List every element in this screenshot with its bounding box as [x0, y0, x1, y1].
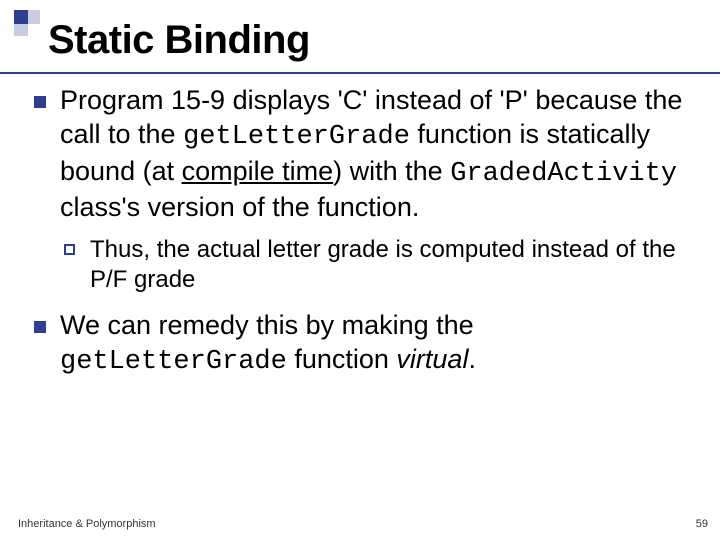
code-text: GradedActivity [450, 159, 677, 189]
bullet-item: Program 15-9 displays 'C' instead of 'P'… [30, 84, 706, 225]
italic-text: virtual [396, 344, 468, 374]
slide-number: 59 [696, 518, 708, 530]
body-text: We can remedy this by making the [60, 310, 474, 340]
body-text: class's version of the function. [60, 192, 419, 222]
underlined-text: compile time [182, 156, 334, 186]
body-text: Thus, the actual letter grade is compute… [90, 236, 676, 293]
body-text: function [287, 344, 397, 374]
body-text: . [468, 344, 476, 374]
body-text: ) with the [333, 156, 450, 186]
accent-light-square [28, 10, 40, 24]
slide-body: Program 15-9 displays 'C' instead of 'P'… [30, 84, 706, 390]
slide: Static Binding Program 15-9 displays 'C'… [0, 0, 720, 540]
bullet-item: We can remedy this by making the getLett… [30, 309, 706, 380]
accent-block [14, 10, 40, 36]
slide-title: Static Binding [48, 18, 310, 63]
footer-topic: Inheritance & Polymorphism [18, 518, 156, 530]
accent-light-square [14, 24, 28, 36]
square-bullet-icon [34, 96, 46, 108]
hollow-square-bullet-icon [64, 244, 75, 255]
sub-bullet-item: Thus, the actual letter grade is compute… [30, 235, 706, 295]
accent-dark-square [14, 10, 28, 24]
code-text: getLetterGrade [183, 122, 410, 152]
code-text: getLetterGrade [60, 347, 287, 377]
square-bullet-icon [34, 321, 46, 333]
title-rule [0, 72, 720, 74]
